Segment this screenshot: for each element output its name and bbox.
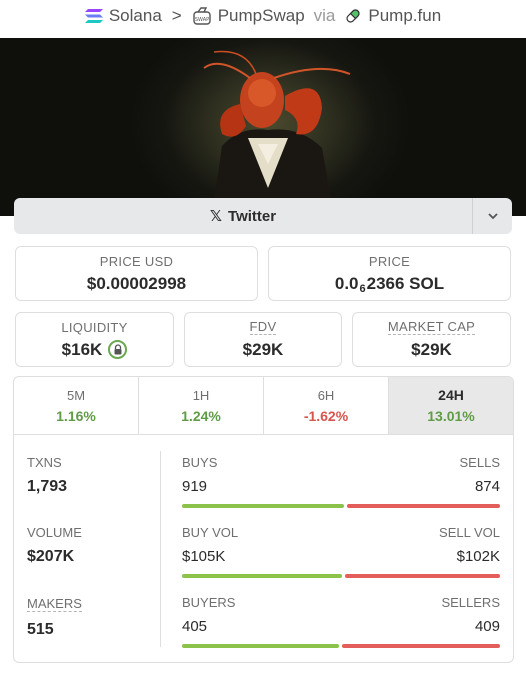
volume-breakdown: BUY VOL SELL VOL $105K $102K bbox=[182, 525, 500, 578]
timeframe-tabs: 5M 1.16% 1H 1.24% 6H -1.62% 24H 13.01% bbox=[14, 377, 513, 435]
x-logo-icon: 𝕏 bbox=[209, 208, 223, 225]
sells-label: SELLS bbox=[459, 455, 500, 470]
buy-share-bar bbox=[182, 574, 342, 578]
liquidity-label: LIQUIDITY bbox=[61, 319, 128, 335]
breadcrumb-chain[interactable]: Solana bbox=[84, 6, 162, 26]
buy-vol-value: $105K bbox=[182, 548, 226, 565]
price-usd-value: $0.00002998 bbox=[86, 273, 187, 293]
market-cap-card[interactable]: MARKET CAP $29K bbox=[352, 312, 511, 367]
fdv-label: FDV bbox=[249, 319, 277, 335]
tab-label: 24H bbox=[438, 387, 464, 403]
volume-stat: VOLUME $207K bbox=[27, 525, 82, 566]
volume-ratio-bar bbox=[182, 574, 500, 578]
svg-text:SWAP: SWAP bbox=[195, 17, 209, 23]
lock-icon[interactable] bbox=[108, 340, 128, 359]
price-usd-label: PRICE USD bbox=[99, 253, 174, 269]
volume-label: VOLUME bbox=[27, 525, 82, 540]
chevron-down-icon bbox=[487, 213, 498, 220]
via-text: via bbox=[313, 6, 336, 25]
sell-vol-value: $102K bbox=[456, 548, 500, 565]
liquidity-card: LIQUIDITY $16K bbox=[15, 312, 174, 367]
makers-value: 515 bbox=[27, 621, 54, 638]
tab-label: 6H bbox=[317, 387, 335, 403]
expand-links-button[interactable] bbox=[472, 198, 512, 234]
price-native-card: PRICE 0.0 6 2366 SOL bbox=[268, 246, 511, 301]
sellers-label: SELLERS bbox=[441, 595, 500, 610]
price-native-label: PRICE bbox=[368, 253, 411, 269]
sell-share-bar bbox=[341, 644, 500, 648]
txns-label: TXNS bbox=[27, 455, 62, 470]
txns-ratio-bar bbox=[182, 504, 500, 508]
fdv-card[interactable]: FDV $29K bbox=[184, 312, 342, 367]
buyers-value: 405 bbox=[182, 618, 208, 635]
fdv-value: $29K bbox=[242, 340, 284, 359]
buy-vol-label: BUY VOL bbox=[182, 525, 239, 540]
makers-ratio-bar bbox=[182, 644, 500, 648]
buys-value: 919 bbox=[182, 478, 208, 495]
price-change: 13.01% bbox=[427, 408, 475, 424]
solana-icon bbox=[84, 9, 103, 23]
volume-value: $207K bbox=[27, 548, 75, 565]
market-cap-value: $29K bbox=[411, 340, 452, 359]
trading-stats-panel: 5M 1.16% 1H 1.24% 6H -1.62% 24H 13.01% T… bbox=[13, 376, 514, 663]
pumpswap-icon: SWAP bbox=[193, 7, 211, 25]
price-native-value: 0.0 6 2366 SOL bbox=[334, 273, 445, 295]
sells-value: 874 bbox=[474, 478, 500, 495]
buyers-label: BUYERS bbox=[182, 595, 236, 610]
social-links-bar: 𝕏 Twitter bbox=[14, 198, 512, 234]
tab-1h[interactable]: 1H 1.24% bbox=[139, 377, 264, 434]
sell-vol-label: SELL VOL bbox=[439, 525, 500, 540]
tab-24h[interactable]: 24H 13.01% bbox=[389, 377, 513, 434]
tab-5m[interactable]: 5M 1.16% bbox=[14, 377, 139, 434]
liquidity-value: $16K bbox=[61, 339, 103, 359]
liquidity-value-row: $16K bbox=[62, 340, 128, 360]
txns-stat: TXNS 1,793 bbox=[27, 455, 67, 496]
txns-value: 1,793 bbox=[27, 478, 68, 495]
token-banner-image bbox=[0, 38, 526, 216]
launchpad-name: Pump.fun bbox=[368, 6, 442, 25]
price-usd-card: PRICE USD $0.00002998 bbox=[15, 246, 258, 301]
pill-icon bbox=[346, 9, 360, 23]
tab-label: 1H bbox=[192, 387, 210, 403]
sell-share-bar bbox=[344, 574, 500, 578]
price-change: -1.62% bbox=[303, 407, 349, 424]
buys-label: BUYS bbox=[182, 455, 218, 470]
stats-grid: TXNS 1,793 BUYS SELLS 919 874 VOLUME $20… bbox=[14, 435, 513, 662]
twitter-link-button[interactable]: 𝕏 Twitter bbox=[14, 198, 472, 234]
makers-stat[interactable]: MAKERS 515 bbox=[27, 595, 82, 639]
chevron-right-icon: > bbox=[171, 6, 182, 25]
sell-share-bar bbox=[346, 504, 500, 508]
makers-label: MAKERS bbox=[27, 596, 82, 612]
price-native-zero-count: 6 bbox=[359, 282, 366, 295]
txns-breakdown: BUYS SELLS 919 874 bbox=[182, 455, 500, 508]
dex-name: PumpSwap bbox=[217, 6, 305, 25]
tab-label: 5M bbox=[66, 387, 86, 403]
market-cap-label: MARKET CAP bbox=[387, 319, 476, 335]
buy-share-bar bbox=[182, 504, 344, 508]
buy-share-bar bbox=[182, 644, 339, 648]
sellers-value: 409 bbox=[474, 618, 500, 635]
price-change: 1.16% bbox=[56, 407, 96, 424]
column-divider bbox=[160, 451, 161, 647]
lobster-portrait-illustration bbox=[203, 50, 351, 216]
breadcrumb: Solana > SWAP PumpSwap via Pump.fun bbox=[0, 0, 526, 32]
makers-breakdown: BUYERS SELLERS 405 409 bbox=[182, 595, 500, 648]
price-native-prefix: 0.0 bbox=[334, 273, 359, 293]
breadcrumb-launchpad[interactable]: Pump.fun bbox=[344, 6, 441, 26]
chain-name: Solana bbox=[108, 6, 162, 25]
breadcrumb-dex[interactable]: SWAP PumpSwap bbox=[192, 6, 305, 26]
twitter-label: Twitter bbox=[228, 207, 277, 225]
price-change: 1.24% bbox=[181, 407, 221, 424]
price-native-digits: 2366 SOL bbox=[366, 273, 445, 293]
tab-6h[interactable]: 6H -1.62% bbox=[264, 377, 389, 434]
